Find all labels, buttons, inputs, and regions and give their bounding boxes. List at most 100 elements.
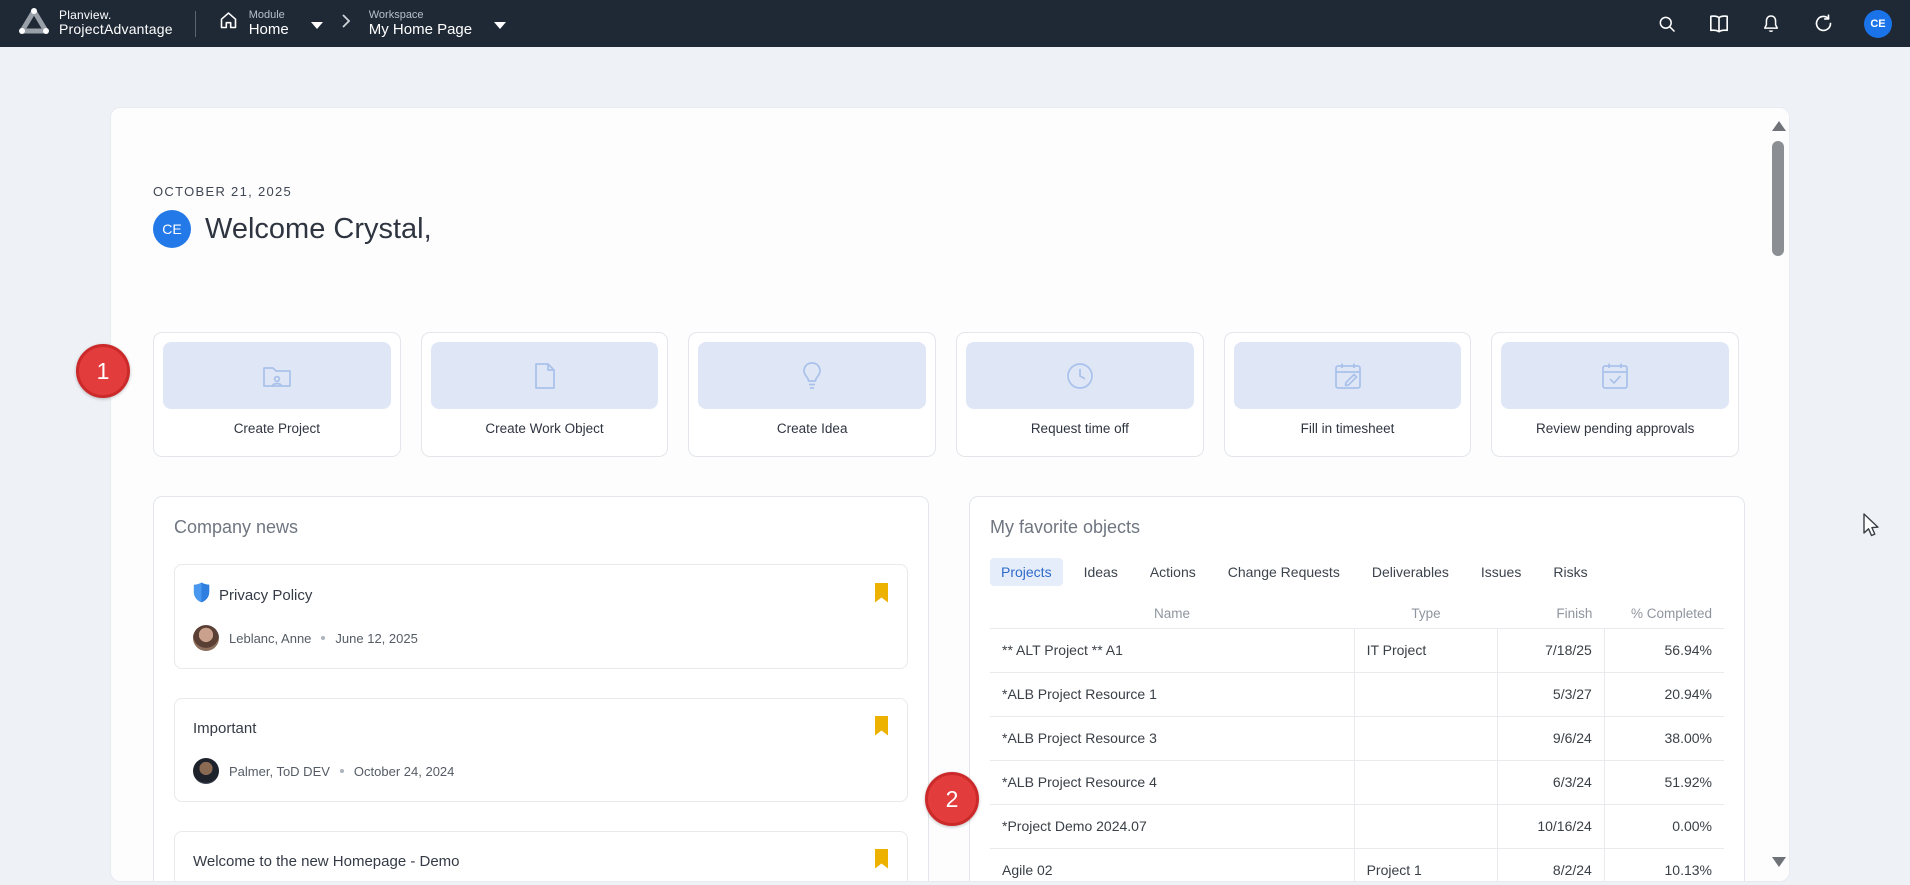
bookmark-icon[interactable]	[874, 716, 889, 741]
favorites-table: Name Type Finish % Completed ** ALT Proj…	[990, 600, 1724, 882]
annotation-badge-1: 1	[76, 344, 130, 398]
cell-pct-completed: 51.92%	[1604, 760, 1724, 804]
tab-actions[interactable]: Actions	[1139, 558, 1207, 586]
cell-name[interactable]: *ALB Project Resource 1	[990, 672, 1354, 716]
create-work-object-card[interactable]: Create Work Object	[421, 332, 669, 457]
topbar-divider	[195, 11, 196, 37]
favorite-objects-title: My favorite objects	[990, 517, 1724, 538]
column-header-name[interactable]: Name	[990, 600, 1354, 628]
top-bar: Planview. ProjectAdvantage Module Home W…	[0, 0, 1910, 47]
column-header-type[interactable]: Type	[1354, 600, 1498, 628]
news-title: Privacy Policy	[219, 587, 312, 604]
home-icon	[218, 10, 239, 36]
cell-name[interactable]: *Project Demo 2024.07	[990, 804, 1354, 848]
help-book-icon[interactable]	[1708, 13, 1730, 35]
planview-triangle-icon	[18, 7, 50, 40]
tab-issues[interactable]: Issues	[1470, 558, 1532, 586]
bookmark-icon[interactable]	[874, 849, 889, 874]
meta-dot	[321, 636, 325, 640]
chevron-down-icon[interactable]	[494, 22, 506, 29]
action-label: Create Project	[163, 409, 391, 447]
tab-deliverables[interactable]: Deliverables	[1361, 558, 1460, 586]
table-row[interactable]: Agile 02 Project 1 8/2/24 10.13%	[990, 848, 1724, 882]
vertical-scrollbar[interactable]	[1770, 108, 1785, 881]
request-time-off-card[interactable]: Request time off	[956, 332, 1204, 457]
user-avatar: CE	[153, 210, 191, 248]
news-item-privacy-policy[interactable]: Privacy Policy Leblanc, Anne June 12, 20…	[174, 564, 908, 669]
module-value: Home	[249, 21, 289, 38]
table-row[interactable]: *ALB Project Resource 1 5/3/27 20.94%	[990, 672, 1724, 716]
tab-ideas[interactable]: Ideas	[1073, 558, 1129, 586]
lightbulb-icon	[698, 342, 926, 409]
company-news-title: Company news	[174, 517, 908, 538]
module-selector[interactable]: Module Home	[218, 9, 323, 39]
table-row[interactable]: *ALB Project Resource 3 9/6/24 38.00%	[990, 716, 1724, 760]
cell-finish: 10/16/24	[1498, 804, 1604, 848]
bookmark-icon[interactable]	[874, 583, 889, 608]
cell-name[interactable]: ** ALT Project ** A1	[990, 628, 1354, 672]
column-header-finish[interactable]: Finish	[1498, 600, 1604, 628]
author-avatar	[193, 758, 219, 784]
news-author: Palmer, ToD DEV	[229, 764, 330, 779]
news-item-important[interactable]: Important Palmer, ToD DEV October 24, 20…	[174, 698, 908, 802]
annotation-badge-2: 2	[925, 772, 979, 826]
cell-name[interactable]: *ALB Project Resource 3	[990, 716, 1354, 760]
scroll-down-icon[interactable]	[1772, 857, 1786, 867]
action-label: Review pending approvals	[1501, 409, 1729, 447]
mouse-cursor	[1860, 512, 1884, 545]
favorite-objects-panel: My favorite objects Projects Ideas Actio…	[969, 496, 1745, 882]
cell-pct-completed: 10.13%	[1604, 848, 1724, 882]
refresh-icon[interactable]	[1812, 13, 1834, 35]
news-author: Leblanc, Anne	[229, 631, 311, 646]
fill-in-timesheet-card[interactable]: Fill in timesheet	[1224, 332, 1472, 457]
action-label: Fill in timesheet	[1234, 409, 1462, 447]
action-label: Create Work Object	[431, 409, 659, 447]
welcome-header: CE Welcome Crystal,	[153, 210, 432, 248]
shield-icon	[193, 582, 210, 608]
breadcrumb-separator-icon	[341, 13, 351, 34]
cell-finish: 8/2/24	[1498, 848, 1604, 882]
scroll-up-icon[interactable]	[1772, 121, 1786, 131]
module-label: Module	[249, 9, 289, 22]
news-date: October 24, 2024	[354, 764, 454, 779]
action-label: Create Idea	[698, 409, 926, 447]
news-date: June 12, 2025	[335, 631, 417, 646]
review-pending-approvals-card[interactable]: Review pending approvals	[1491, 332, 1739, 457]
news-item-welcome-homepage[interactable]: Welcome to the new Homepage - Demo	[174, 831, 908, 882]
table-row[interactable]: *ALB Project Resource 4 6/3/24 51.92%	[990, 760, 1724, 804]
create-project-card[interactable]: Create Project	[153, 332, 401, 457]
table-row[interactable]: *Project Demo 2024.07 10/16/24 0.00%	[990, 804, 1724, 848]
user-avatar[interactable]: CE	[1864, 10, 1892, 38]
folder-icon	[163, 342, 391, 409]
workspace-selector[interactable]: Workspace My Home Page	[369, 9, 506, 39]
news-title: Important	[193, 720, 256, 737]
scrollbar-thumb[interactable]	[1772, 141, 1784, 256]
cell-type	[1354, 804, 1498, 848]
notifications-bell-icon[interactable]	[1760, 13, 1782, 35]
cell-name[interactable]: Agile 02	[990, 848, 1354, 882]
author-avatar	[193, 625, 219, 651]
column-header-pct-completed[interactable]: % Completed	[1604, 600, 1724, 628]
planview-logo: Planview. ProjectAdvantage	[18, 7, 173, 40]
search-icon[interactable]	[1656, 13, 1678, 35]
tab-change-requests[interactable]: Change Requests	[1217, 558, 1351, 586]
cell-type	[1354, 716, 1498, 760]
cell-pct-completed: 38.00%	[1604, 716, 1724, 760]
cell-type	[1354, 672, 1498, 716]
workspace-value: My Home Page	[369, 21, 472, 38]
action-label: Request time off	[966, 409, 1194, 447]
cell-finish: 6/3/24	[1498, 760, 1604, 804]
welcome-message: Welcome Crystal,	[205, 213, 432, 246]
cell-pct-completed: 20.94%	[1604, 672, 1724, 716]
table-header-row: Name Type Finish % Completed	[990, 600, 1724, 628]
clock-icon	[966, 342, 1194, 409]
table-row[interactable]: ** ALT Project ** A1 IT Project 7/18/25 …	[990, 628, 1724, 672]
news-title: Welcome to the new Homepage - Demo	[193, 853, 460, 870]
cell-type: IT Project	[1354, 628, 1498, 672]
tab-projects[interactable]: Projects	[990, 558, 1063, 586]
cell-name[interactable]: *ALB Project Resource 4	[990, 760, 1354, 804]
create-idea-card[interactable]: Create Idea	[688, 332, 936, 457]
cell-finish: 5/3/27	[1498, 672, 1604, 716]
tab-risks[interactable]: Risks	[1542, 558, 1598, 586]
chevron-down-icon[interactable]	[311, 22, 323, 29]
